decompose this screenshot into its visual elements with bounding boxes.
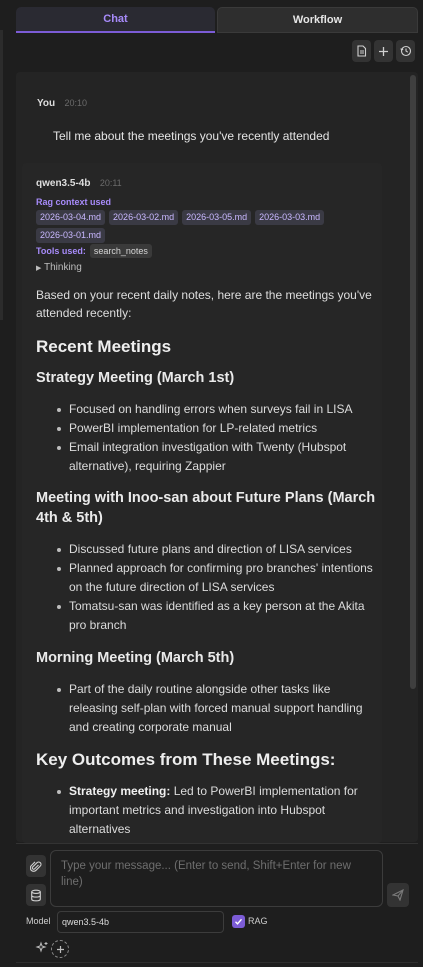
rag-chip[interactable]: 2026-03-02.md	[109, 210, 179, 225]
send-icon	[392, 889, 404, 901]
history-icon	[399, 45, 411, 57]
rag-checkbox[interactable]	[232, 915, 245, 928]
rag-chip[interactable]: 2026-03-03.md	[255, 210, 325, 225]
user-message-text: Tell me about the meetings you've recent…	[53, 129, 330, 143]
tab-bar: Chat Workflow	[16, 7, 418, 33]
heading-inoo-meeting: Meeting with Inoo-san about Future Plans…	[36, 490, 376, 526]
list-item: PowerBI implementation for LP-related me…	[36, 419, 376, 438]
sparkle-button[interactable]	[35, 941, 49, 955]
database-button[interactable]	[26, 884, 46, 906]
user-author: You	[37, 98, 56, 109]
history-button[interactable]	[396, 40, 415, 62]
assistant-timestamp: 20:11	[99, 178, 122, 188]
list-item: Strategy meeting: Led to PowerBI impleme…	[36, 782, 376, 839]
rag-context-label: Rag context used	[36, 197, 112, 207]
list-item: Tomatsu-san was identified as a key pers…	[36, 597, 376, 635]
heading-key-outcomes: Key Outcomes from These Meetings:	[36, 750, 336, 769]
assistant-response-content: Based on your recent daily notes, here a…	[36, 286, 376, 839]
tab-workflow[interactable]: Workflow	[217, 7, 418, 33]
user-timestamp: 20:10	[64, 98, 88, 108]
paperclip-icon	[30, 861, 42, 872]
rag-chip[interactable]: 2026-03-05.md	[182, 210, 252, 225]
database-icon	[31, 889, 41, 901]
message-input[interactable]: Type your message... (Enter to send, Shi…	[50, 850, 383, 907]
strategy-meeting-list: Focused on handling errors when surveys …	[36, 400, 376, 476]
list-item: Part of the daily routine alongside othe…	[36, 680, 376, 737]
model-select[interactable]: qwen3.5-4b	[57, 911, 224, 933]
left-edge-divider	[0, 30, 3, 320]
list-item: Focused on handling errors when surveys …	[36, 400, 376, 419]
chat-toolbar	[352, 40, 415, 62]
chat-scrollbar[interactable]	[410, 75, 416, 689]
user-message-header: You 20:10	[37, 95, 87, 109]
tools-used-row: Tools used: search_notes	[36, 244, 152, 258]
plus-icon	[56, 945, 64, 953]
outcome-bold-label: Strategy meeting:	[69, 784, 171, 798]
heading-strategy-meeting: Strategy Meeting (March 1st)	[36, 370, 235, 386]
list-item: Email integration investigation with Twe…	[36, 438, 376, 476]
rag-context-chips: 2026-03-04.md 2026-03-02.md 2026-03-05.m…	[36, 210, 356, 243]
bottom-divider	[16, 962, 418, 963]
new-note-button[interactable]	[352, 40, 371, 62]
heading-recent-meetings: Recent Meetings	[36, 337, 172, 356]
rag-label: RAG	[248, 916, 268, 926]
send-button[interactable]	[387, 883, 409, 907]
list-item: Planned approach for confirming pro bran…	[36, 559, 376, 597]
caret-right-icon: ▶	[36, 265, 42, 272]
heading-morning-meeting: Morning Meeting (March 5th)	[36, 650, 235, 666]
composer-divider	[16, 843, 418, 844]
document-icon	[357, 45, 367, 57]
assistant-message-header: qwen3.5-4b 20:11	[36, 175, 122, 189]
list-item: Discussed future plans and direction of …	[36, 540, 376, 559]
key-outcomes-list: Strategy meeting: Led to PowerBI impleme…	[36, 782, 376, 839]
model-label: Model	[26, 916, 51, 926]
rag-chip[interactable]: 2026-03-01.md	[36, 228, 106, 243]
tool-chip: search_notes	[89, 244, 152, 258]
sparkle-icon	[35, 941, 48, 953]
thinking-label: Thinking	[44, 262, 82, 273]
attach-button[interactable]	[26, 855, 46, 877]
add-context-button[interactable]	[51, 940, 69, 958]
rag-chip[interactable]: 2026-03-04.md	[36, 210, 106, 225]
tab-chat[interactable]: Chat	[16, 7, 215, 33]
plus-icon	[379, 46, 388, 56]
new-chat-button[interactable]	[374, 40, 393, 62]
tools-used-label: Tools used:	[36, 246, 86, 256]
morning-meeting-list: Part of the daily routine alongside othe…	[36, 680, 376, 737]
inoo-meeting-list: Discussed future plans and direction of …	[36, 540, 376, 635]
assistant-author: qwen3.5-4b	[36, 178, 91, 189]
thinking-toggle[interactable]: ▶ Thinking	[36, 262, 82, 273]
response-intro: Based on your recent daily notes, here a…	[36, 288, 372, 320]
checkmark-icon	[235, 918, 243, 925]
